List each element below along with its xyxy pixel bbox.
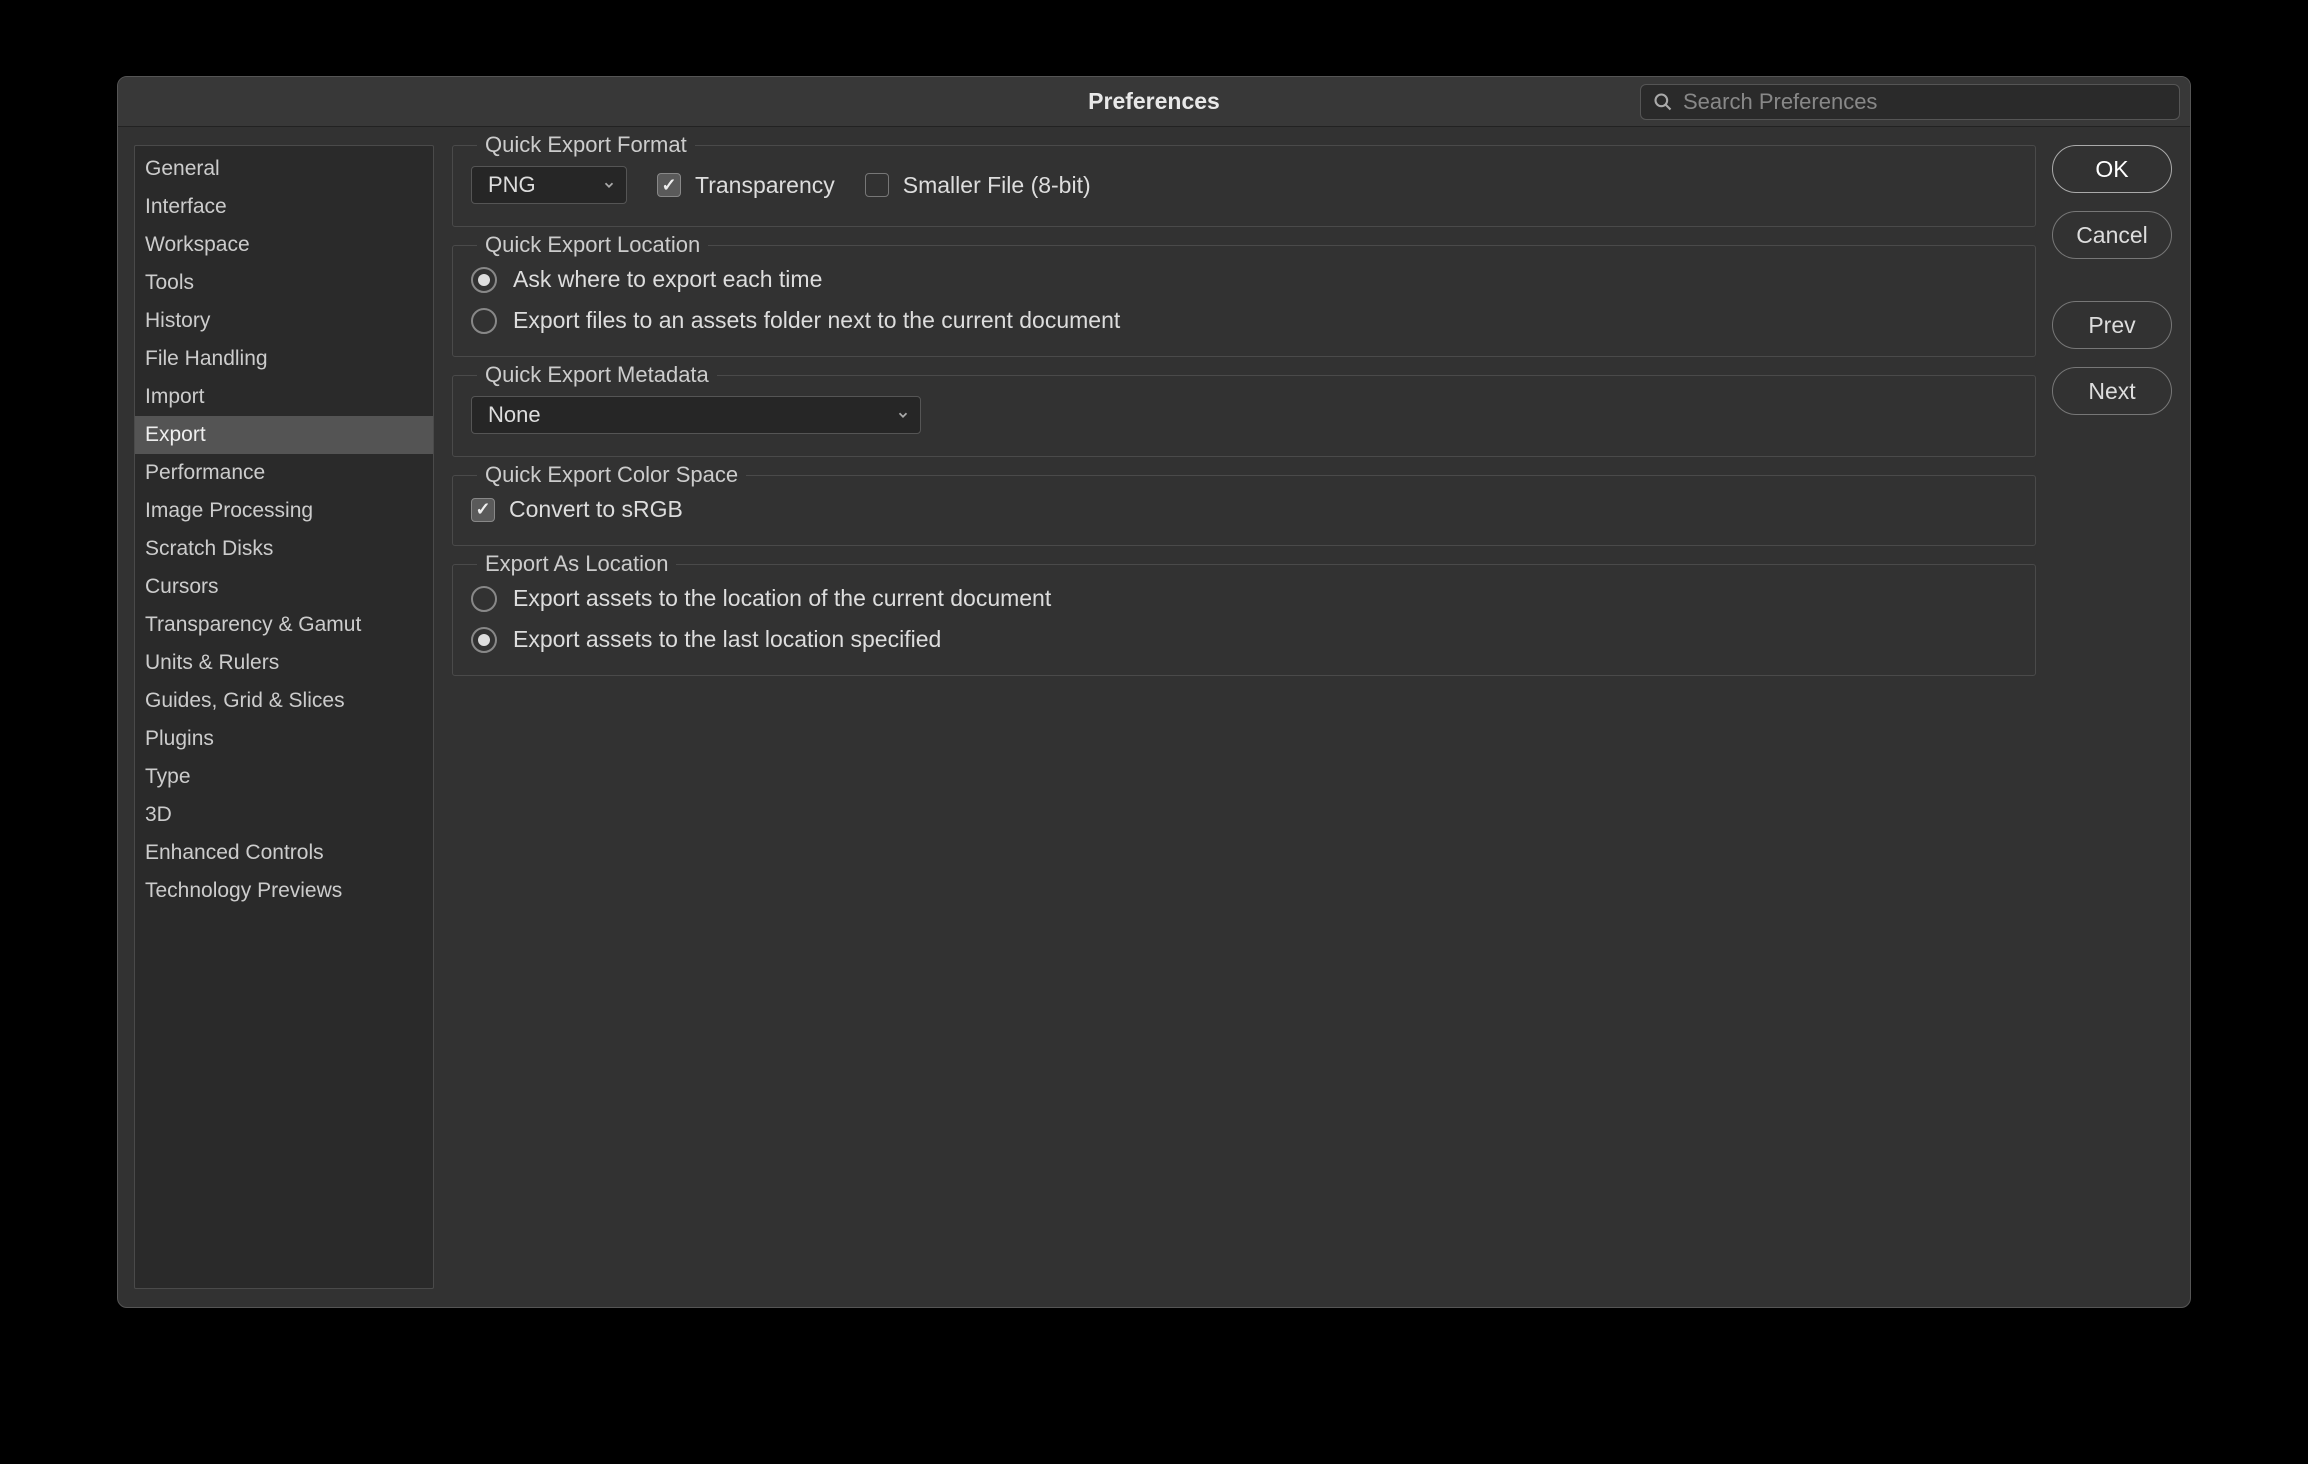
metadata-select-value: None: [488, 402, 541, 428]
content: Quick Export Format PNG Transparency: [452, 145, 2172, 1289]
search-input[interactable]: [1683, 89, 2167, 115]
radio-current-document-label: Export assets to the location of the cur…: [513, 585, 1051, 612]
sidebar-item-transparency-gamut[interactable]: Transparency & Gamut: [135, 606, 433, 644]
sidebar-item-tools[interactable]: Tools: [135, 264, 433, 302]
sidebar-item-workspace[interactable]: Workspace: [135, 226, 433, 264]
fieldset-quick-export-color-space: Quick Export Color Space Convert to sRGB: [452, 475, 2036, 546]
titlebar: Preferences: [118, 77, 2190, 127]
sidebar-item-interface[interactable]: Interface: [135, 188, 433, 226]
legend-quick-export-metadata: Quick Export Metadata: [477, 362, 717, 388]
search-box[interactable]: [1640, 84, 2180, 120]
fieldset-export-as-location: Export As Location Export assets to the …: [452, 564, 2036, 676]
legend-quick-export-location: Quick Export Location: [477, 232, 708, 258]
sidebar-item-3d[interactable]: 3D: [135, 796, 433, 834]
radio-last-location[interactable]: [471, 627, 497, 653]
prev-button[interactable]: Prev: [2052, 301, 2172, 349]
panels: Quick Export Format PNG Transparency: [452, 145, 2036, 1289]
sidebar-item-performance[interactable]: Performance: [135, 454, 433, 492]
sidebar-item-type[interactable]: Type: [135, 758, 433, 796]
fieldset-quick-export-format: Quick Export Format PNG Transparency: [452, 145, 2036, 227]
radio-ask-where[interactable]: [471, 267, 497, 293]
sidebar-item-image-processing[interactable]: Image Processing: [135, 492, 433, 530]
sidebar-item-plugins[interactable]: Plugins: [135, 720, 433, 758]
sidebar-item-enhanced-controls[interactable]: Enhanced Controls: [135, 834, 433, 872]
sidebar-item-export[interactable]: Export: [135, 416, 433, 454]
radio-assets-folder-label: Export files to an assets folder next to…: [513, 307, 1120, 334]
sidebar: GeneralInterfaceWorkspaceToolsHistoryFil…: [134, 145, 434, 1289]
sidebar-item-history[interactable]: History: [135, 302, 433, 340]
cancel-button[interactable]: Cancel: [2052, 211, 2172, 259]
radio-last-location-label: Export assets to the last location speci…: [513, 626, 941, 653]
radio-assets-folder[interactable]: [471, 308, 497, 334]
chevron-down-icon: [602, 172, 616, 198]
dialog-body: GeneralInterfaceWorkspaceToolsHistoryFil…: [118, 127, 2190, 1307]
sidebar-item-units-rulers[interactable]: Units & Rulers: [135, 644, 433, 682]
convert-srgb-label: Convert to sRGB: [509, 496, 683, 523]
radio-ask-where-label: Ask where to export each time: [513, 266, 822, 293]
transparency-label: Transparency: [695, 172, 835, 199]
sidebar-item-file-handling[interactable]: File Handling: [135, 340, 433, 378]
sidebar-item-scratch-disks[interactable]: Scratch Disks: [135, 530, 433, 568]
sidebar-item-cursors[interactable]: Cursors: [135, 568, 433, 606]
sidebar-item-import[interactable]: Import: [135, 378, 433, 416]
format-select[interactable]: PNG: [471, 166, 627, 204]
sidebar-item-guides-grid-slices[interactable]: Guides, Grid & Slices: [135, 682, 433, 720]
chevron-down-icon: [896, 402, 910, 428]
legend-quick-export-color-space: Quick Export Color Space: [477, 462, 746, 488]
preferences-dialog: Preferences GeneralInterfaceWorkspaceToo…: [117, 76, 2191, 1308]
legend-quick-export-format: Quick Export Format: [477, 132, 695, 158]
metadata-select[interactable]: None: [471, 396, 921, 434]
sidebar-item-technology-previews[interactable]: Technology Previews: [135, 872, 433, 910]
fieldset-quick-export-location: Quick Export Location Ask where to expor…: [452, 245, 2036, 357]
dialog-buttons: OK Cancel Prev Next: [2052, 145, 2172, 1289]
smaller-file-checkbox[interactable]: [865, 173, 889, 197]
fieldset-quick-export-metadata: Quick Export Metadata None: [452, 375, 2036, 457]
dialog-title: Preferences: [1088, 88, 1220, 115]
search-icon: [1653, 92, 1673, 112]
sidebar-item-general[interactable]: General: [135, 150, 433, 188]
legend-export-as-location: Export As Location: [477, 551, 676, 577]
format-select-value: PNG: [488, 172, 536, 198]
next-button[interactable]: Next: [2052, 367, 2172, 415]
smaller-file-label: Smaller File (8-bit): [903, 172, 1091, 199]
ok-button[interactable]: OK: [2052, 145, 2172, 193]
radio-current-document[interactable]: [471, 586, 497, 612]
convert-srgb-checkbox[interactable]: [471, 498, 495, 522]
transparency-checkbox[interactable]: [657, 173, 681, 197]
